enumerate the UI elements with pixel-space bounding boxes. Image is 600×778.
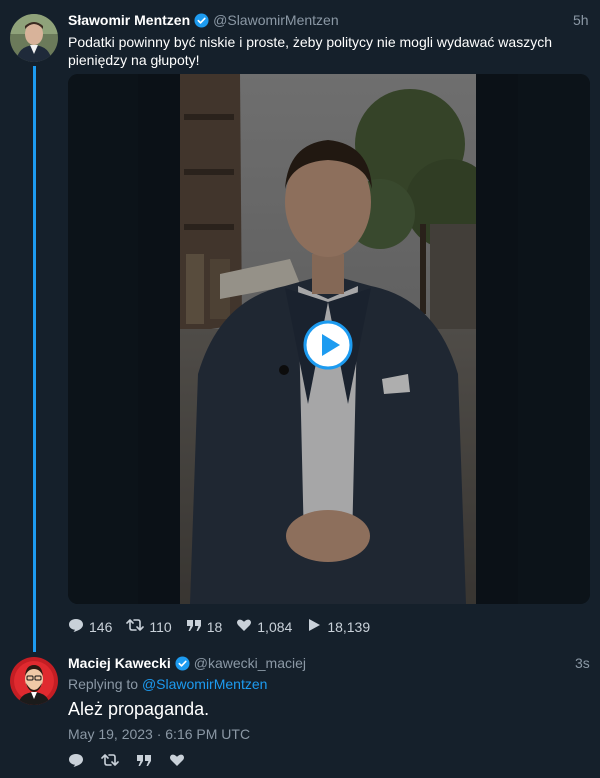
quote-count: 18 bbox=[206, 619, 223, 635]
like-button[interactable]: 1,084 bbox=[236, 617, 292, 637]
replying-to: Replying to @SlawomirMentzen bbox=[68, 675, 267, 693]
reply-quote-button[interactable] bbox=[136, 752, 157, 772]
quote-icon bbox=[186, 617, 207, 637]
reply-author-handle[interactable]: @kawecki_maciej bbox=[194, 654, 306, 672]
views-count: 18,139 bbox=[327, 619, 371, 635]
verified-badge-icon bbox=[175, 655, 190, 671]
tweet-header: Sławomir Mentzen @SlawomirMentzen bbox=[68, 11, 339, 29]
author-avatar[interactable] bbox=[10, 14, 58, 62]
verified-badge-icon bbox=[194, 12, 209, 28]
tweet-video[interactable] bbox=[68, 74, 590, 604]
views-icon bbox=[306, 617, 327, 637]
reply-reply-button[interactable] bbox=[68, 752, 89, 772]
tweet-text: Podatki powinny być niskie i proste, żeb… bbox=[68, 34, 552, 68]
reply-retweet-button[interactable] bbox=[101, 752, 124, 772]
views-button[interactable]: 18,139 bbox=[306, 617, 370, 637]
retweet-icon bbox=[101, 752, 124, 772]
reply-icon bbox=[68, 752, 89, 772]
reply-icon bbox=[68, 617, 89, 637]
thread: Sławomir Mentzen @SlawomirMentzen 5h Pod… bbox=[0, 0, 600, 778]
tweet-stats: 146 110 18 1,084 18,139 bbox=[68, 617, 384, 637]
video-letterbox-right bbox=[518, 74, 590, 604]
reply-author-avatar[interactable] bbox=[10, 657, 58, 705]
retweet-button[interactable]: 110 bbox=[126, 617, 172, 637]
retweet-icon bbox=[126, 617, 149, 637]
like-icon bbox=[169, 752, 190, 772]
tweet-time[interactable]: 5h bbox=[573, 11, 589, 29]
reply-text: Ależ propaganda. bbox=[68, 699, 210, 719]
like-count: 1,084 bbox=[257, 619, 293, 635]
like-icon bbox=[236, 617, 257, 637]
thread-connector-line bbox=[33, 66, 36, 652]
reply-header: Maciej Kawecki @kawecki_maciej bbox=[68, 654, 306, 672]
play-icon[interactable] bbox=[303, 320, 353, 370]
video-letterbox-left bbox=[68, 74, 138, 604]
reply-author-name[interactable]: Maciej Kawecki bbox=[68, 654, 171, 672]
replying-to-mention[interactable]: @SlawomirMentzen bbox=[142, 676, 267, 692]
quote-icon bbox=[136, 752, 157, 772]
reply-time[interactable]: 3s bbox=[575, 654, 590, 672]
reply-actions bbox=[68, 752, 204, 772]
replying-to-label: Replying to bbox=[68, 676, 139, 692]
reply-timestamp[interactable]: May 19, 2023 · 6:16 PM UTC bbox=[68, 725, 250, 743]
author-handle[interactable]: @SlawomirMentzen bbox=[213, 11, 338, 29]
author-name[interactable]: Sławomir Mentzen bbox=[68, 11, 190, 29]
quote-button[interactable]: 18 bbox=[186, 617, 223, 637]
reply-like-button[interactable] bbox=[169, 752, 190, 772]
retweet-count: 110 bbox=[149, 619, 172, 635]
reply-button[interactable]: 146 bbox=[68, 617, 112, 637]
reply-count: 146 bbox=[89, 619, 113, 635]
